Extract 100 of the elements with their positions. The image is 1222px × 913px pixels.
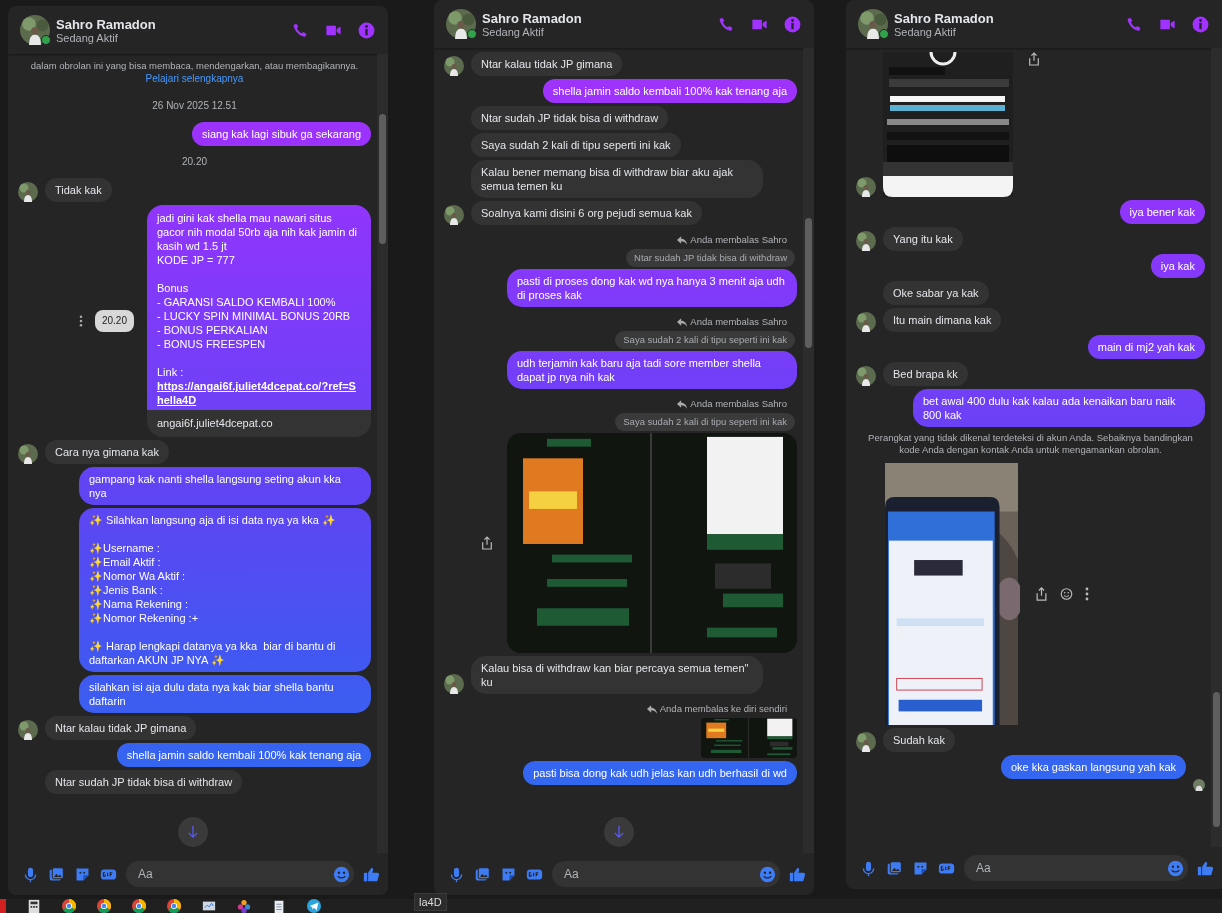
- message-bubble[interactable]: gampang kak nanti shella langsung seting akun kka nya: [79, 467, 371, 505]
- avatar[interactable]: [858, 9, 888, 39]
- contact-name[interactable]: Sahro Ramadon: [56, 16, 156, 32]
- message-bubble[interactable]: pasti di proses dong kak wd nya hanya 3 menit aja udh di proses kak: [507, 269, 797, 307]
- message-bubble[interactable]: ✨ Silahkan langsung aja di isi data nya ya kka ✨ ✨Username : ✨Email Aktif : ✨Nomor Wa Aktif : ✨Jenis Bank : ✨Nama Rekening : ✨Nomor Rekening :+ ✨ Harap lengkapi datanya ya kka biar di bantu di daftarkan AKUN JP NYA ✨: [79, 508, 371, 672]
- info-icon[interactable]: [357, 20, 376, 40]
- avatar[interactable]: [20, 15, 50, 45]
- message-field[interactable]: Aa: [126, 861, 354, 887]
- avatar[interactable]: [18, 182, 38, 202]
- message-bubble[interactable]: oke kka gaskan langsung yah kak: [1000, 755, 1186, 779]
- reply-label: Anda membalas Sahro: [690, 315, 787, 329]
- message-bubble[interactable]: Itu main dimana kak: [883, 308, 1002, 332]
- avatar[interactable]: [18, 444, 38, 464]
- gallery-icon[interactable]: [48, 865, 65, 883]
- message-bubble[interactable]: pasti bisa dong kak udh jelas kan udh berhasil di wd: [523, 761, 797, 785]
- browser-icon[interactable]: [97, 899, 111, 913]
- link-preview[interactable]: angai6f.juliet4dcepat.co: [147, 410, 371, 437]
- like-icon[interactable]: [789, 865, 806, 883]
- scrollbar[interactable]: [377, 54, 388, 853]
- message-bubble[interactable]: Ntar sudah JP tidak bisa di withdraw: [45, 770, 243, 794]
- avatar[interactable]: [856, 366, 876, 386]
- notepad-icon[interactable]: [272, 899, 286, 913]
- share-icon[interactable]: [1028, 52, 1040, 66]
- more-icon[interactable]: [78, 315, 83, 327]
- microphone-icon[interactable]: [22, 865, 39, 883]
- message-bubble[interactable]: Oke sabar ya kak: [883, 281, 989, 305]
- message-bubble[interactable]: bet awal 400 dulu kak kalau ada kenaikan baru naik 800 kak: [913, 389, 1205, 427]
- share-icon[interactable]: [481, 536, 493, 550]
- info-icon[interactable]: [1191, 14, 1210, 34]
- message-bubble[interactable]: shella jamin saldo kembali 100% kak tenang aja: [542, 79, 797, 103]
- message-bubble[interactable]: siang kak lagi sibuk ga sekarang: [192, 122, 371, 146]
- gallery-icon[interactable]: [886, 859, 903, 877]
- message-bubble[interactable]: Bed brapa kk: [883, 362, 968, 386]
- avatar[interactable]: [856, 177, 876, 197]
- avatar[interactable]: [444, 56, 464, 76]
- timestamp: 26 Nov 2025 12.51: [152, 99, 237, 113]
- scrollbar[interactable]: [803, 48, 814, 853]
- message-text: jadi gini kak shella mau nawari situs gacor nih modal 50rb aja nih kak jamin di kasih wd 1.5 jt KODE JP = 777 Bonus - GARANSI SALDO KEMBALI 100% - LUCKY SPIN MINIMAL BONUS 20RB - BONUS PERKALIAN - BONUS FREESPEN Link :: [157, 211, 358, 379]
- like-icon[interactable]: [1197, 859, 1214, 877]
- browser-icon[interactable]: [167, 899, 181, 913]
- gallery-icon[interactable]: [474, 865, 491, 883]
- avatar[interactable]: [446, 9, 476, 39]
- avatar[interactable]: [856, 732, 876, 752]
- message-bubble[interactable]: shella jamin saldo kembali 100% kak tenang aja: [116, 743, 371, 767]
- browser-icon[interactable]: [132, 899, 146, 913]
- avatar[interactable]: [444, 674, 464, 694]
- scrollbar[interactable]: [1211, 48, 1222, 847]
- emoji-icon[interactable]: [1167, 859, 1184, 877]
- message-bubble[interactable]: main di mj2 yah kak: [1087, 335, 1205, 359]
- paper-plane-icon[interactable]: [307, 899, 321, 913]
- avatar[interactable]: [18, 720, 38, 740]
- emoji-icon[interactable]: [759, 865, 776, 883]
- monitor-icon[interactable]: [202, 899, 216, 913]
- message-bubble[interactable]: Ntar kalau tidak JP gimana: [471, 52, 623, 76]
- message-bubble[interactable]: Saya sudah 2 kali di tipu seperti ini kak: [471, 133, 681, 157]
- message-field[interactable]: Aa: [964, 855, 1188, 881]
- contact-name[interactable]: Sahro Ramadon: [894, 10, 994, 26]
- reply-label: Anda membalas ke diri sendiri: [659, 702, 787, 716]
- calculator-icon[interactable]: [27, 899, 41, 913]
- message-bubble[interactable]: Kalau bisa di withdraw kan biar percaya semua temen" ku: [471, 656, 763, 694]
- message-bubble[interactable]: iya kak: [1150, 254, 1205, 278]
- avatar[interactable]: [856, 312, 876, 332]
- message-field[interactable]: Aa: [552, 861, 780, 887]
- microphone-icon[interactable]: [860, 859, 877, 877]
- share-icon[interactable]: [1035, 587, 1048, 601]
- contact-name[interactable]: Sahro Ramadon: [482, 10, 582, 26]
- message-link[interactable]: https://angai6f.juliet4dcepat.co/?ref=Shella4D: [157, 379, 361, 407]
- timestamp: 20.20: [182, 155, 207, 169]
- link-message-card[interactable]: [147, 205, 371, 437]
- avatar[interactable]: [856, 231, 876, 251]
- reply-icon: [677, 235, 688, 245]
- message-input[interactable]: Aa: [562, 866, 759, 882]
- emoji-icon[interactable]: [333, 865, 350, 883]
- quoted-message[interactable]: Saya sudah 2 kali di tipu seperti ini kak: [615, 331, 795, 349]
- avatar[interactable]: [444, 205, 464, 225]
- message-bubble[interactable]: Ntar sudah JP tidak bisa di withdraw: [471, 106, 669, 130]
- status-text: Sedang Aktif: [56, 31, 119, 44]
- message-bubble[interactable]: Yang itu kak: [883, 227, 963, 251]
- reply-icon: [646, 704, 657, 714]
- message-bubble[interactable]: Soalnya kami disini 6 org pejudi semua kak: [471, 201, 702, 225]
- message-input[interactable]: Aa: [974, 860, 1167, 876]
- info-icon[interactable]: [783, 14, 802, 34]
- learn-more-link[interactable]: Pelajari selengkapnya: [145, 72, 244, 86]
- like-icon[interactable]: [363, 865, 380, 883]
- quoted-message[interactable]: Saya sudah 2 kali di tipu seperti ini kak: [615, 413, 795, 431]
- microphone-icon[interactable]: [448, 865, 465, 883]
- message-bubble[interactable]: silahkan isi aja dulu data nya kak biar shella bantu daftarin: [79, 675, 371, 713]
- message-bubble[interactable]: iya bener kak: [1119, 200, 1205, 224]
- message-bubble[interactable]: Kalau bener memang bisa di withdraw biar aku ajak semua temen ku: [471, 160, 763, 198]
- message-bubble[interactable]: Tidak kak: [45, 178, 112, 202]
- quoted-message[interactable]: Ntar sudah JP tidak bisa di withdraw: [626, 249, 795, 267]
- message-bubble[interactable]: Cara nya gimana kak: [45, 440, 169, 464]
- flower-icon[interactable]: [237, 899, 251, 913]
- message-bubble[interactable]: Sudah kak: [883, 728, 955, 752]
- message-bubble[interactable]: udh terjamin kak baru aja tadi sore member shella dapat jp nya nih kak: [507, 351, 797, 389]
- more-icon[interactable]: [1085, 587, 1089, 601]
- message-bubble[interactable]: Ntar kalau tidak JP gimana: [45, 716, 197, 740]
- emoji-icon[interactable]: [1060, 587, 1073, 601]
- browser-icon[interactable]: [62, 899, 76, 913]
- message-input[interactable]: Aa: [136, 866, 333, 882]
